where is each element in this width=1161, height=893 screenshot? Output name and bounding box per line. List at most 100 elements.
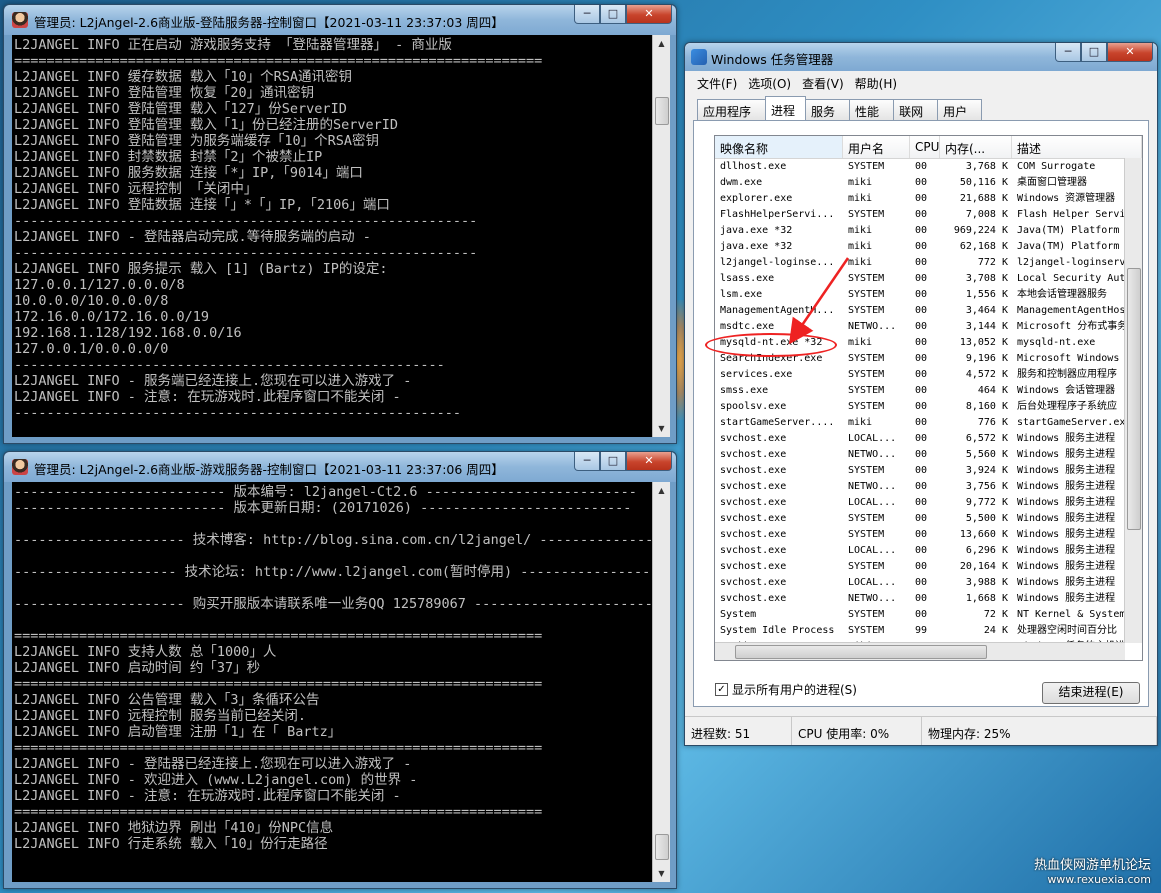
scroll-down-arrow-icon[interactable]: ▼ bbox=[653, 420, 670, 437]
list-horizontal-scrollbar[interactable] bbox=[715, 642, 1125, 660]
minimize-button[interactable]: ─ bbox=[574, 5, 600, 24]
cell-memory: 1,556 K bbox=[965, 289, 1008, 300]
table-row[interactable]: svchost.exe NETWO... 00 1,668 K Windows 服务主进… bbox=[715, 591, 1142, 607]
cell-cpu: 00 bbox=[915, 161, 928, 172]
table-row[interactable]: System Idle Process SYSTEM 99 24 K 处理器空闲时间百分… bbox=[715, 623, 1142, 639]
maximize-button[interactable]: □ bbox=[1081, 43, 1107, 62]
minimize-button[interactable]: ─ bbox=[574, 452, 600, 471]
menu-file[interactable]: 文件(F) bbox=[693, 71, 744, 93]
table-row[interactable]: l2jangel-loginse... miki 00 772 K l2jangel-l… bbox=[715, 255, 1142, 271]
column-user-name[interactable]: 用户名 bbox=[843, 136, 910, 158]
cell-description: mysqld-nt.exe bbox=[1017, 337, 1096, 348]
tab-performance[interactable]: 性能 bbox=[849, 99, 895, 121]
cell-user-name: SYSTEM bbox=[848, 305, 885, 316]
cell-cpu: 00 bbox=[915, 465, 928, 476]
table-row[interactable]: smss.exe SYSTEM 00 464 K Windows 会话管理器 bbox=[715, 383, 1142, 399]
table-row[interactable]: lsm.exe SYSTEM 00 1,556 K 本地会话管理器服务 bbox=[715, 287, 1142, 303]
table-row[interactable]: FlashHelperServi... SYSTEM 00 7,008 K Flash … bbox=[715, 207, 1142, 223]
scroll-thumb[interactable] bbox=[1127, 268, 1141, 530]
console-output[interactable]: L2JANGEL INFO 正在启动 游戏服务支持 「登陆器管理器」 - 商业版… bbox=[12, 35, 653, 437]
title-bar[interactable]: 管理员: L2jAngel-2.6商业版-游戏服务器-控制窗口【2021-03-… bbox=[4, 452, 676, 482]
table-row[interactable]: svchost.exe LOCAL... 00 3,988 K Windows 服务主进… bbox=[715, 575, 1142, 591]
window-title: 管理员: L2jAngel-2.6商业版-登陆服务器-控制窗口【2021-03-… bbox=[34, 15, 504, 30]
table-row[interactable]: dwm.exe miki 00 50,116 K 桌面窗口管理器 bbox=[715, 175, 1142, 191]
cell-cpu: 00 bbox=[915, 241, 928, 252]
list-vertical-scrollbar[interactable] bbox=[1124, 158, 1142, 643]
table-row[interactable]: services.exe SYSTEM 00 4,572 K 服务和控制器应用程序 bbox=[715, 367, 1142, 383]
table-row[interactable]: svchost.exe NETWO... 00 3,756 K Windows 服务主进… bbox=[715, 479, 1142, 495]
vertical-scrollbar[interactable]: ▲ ▼ bbox=[652, 35, 670, 437]
table-row[interactable]: spoolsv.exe SYSTEM 00 8,160 K 后台处理程序子系统应 bbox=[715, 399, 1142, 415]
console-output[interactable]: -------------------------- 版本编号: l2jange… bbox=[12, 482, 653, 882]
column-memory[interactable]: 内存(... bbox=[940, 136, 1012, 158]
cell-user-name: SYSTEM bbox=[848, 209, 885, 220]
tab-applications[interactable]: 应用程序 bbox=[697, 99, 767, 121]
table-row[interactable]: java.exe *32 miki 00 969,224 K Java(TM) Plat… bbox=[715, 223, 1142, 239]
menu-options[interactable]: 选项(O) bbox=[744, 71, 798, 93]
tab-processes[interactable]: 进程 bbox=[765, 96, 807, 123]
maximize-button[interactable]: □ bbox=[600, 452, 626, 471]
table-row[interactable]: svchost.exe NETWO... 00 5,560 K Windows 服务主进… bbox=[715, 447, 1142, 463]
cell-cpu: 00 bbox=[915, 545, 928, 556]
close-button[interactable]: ✕ bbox=[626, 452, 672, 471]
console-text: -------------------------- 版本编号: l2jange… bbox=[14, 484, 653, 852]
table-row[interactable]: svchost.exe SYSTEM 00 3,924 K Windows 服务主进程 bbox=[715, 463, 1142, 479]
cell-description: 后台处理程序子系统应 bbox=[1017, 401, 1117, 412]
cell-user-name: miki bbox=[848, 241, 873, 252]
title-bar[interactable]: Windows 任务管理器 ─ □ ✕ bbox=[685, 43, 1157, 71]
table-row[interactable]: dllhost.exe SYSTEM 00 3,768 K COM Surrogate bbox=[715, 159, 1142, 175]
tab-users[interactable]: 用户 bbox=[937, 99, 983, 121]
vertical-scrollbar[interactable]: ▲ ▼ bbox=[652, 482, 670, 882]
end-process-button[interactable]: 结束进程(E) bbox=[1042, 682, 1140, 704]
table-row[interactable]: svchost.exe LOCAL... 00 6,572 K Windows 服务主进… bbox=[715, 431, 1142, 447]
table-row[interactable]: java.exe *32 miki 00 62,168 K Java(TM) Platf… bbox=[715, 239, 1142, 255]
table-row[interactable]: svchost.exe LOCAL... 00 9,772 K Windows 服务主进… bbox=[715, 495, 1142, 511]
column-image-name[interactable]: 映像名称 bbox=[715, 136, 843, 158]
cell-image-name: ManagementAgentH... bbox=[720, 305, 835, 316]
minimize-button[interactable]: ─ bbox=[1055, 43, 1081, 62]
menu-help[interactable]: 帮助(H) bbox=[851, 71, 904, 93]
scroll-down-arrow-icon[interactable]: ▼ bbox=[653, 865, 670, 882]
tab-services[interactable]: 服务 bbox=[805, 99, 851, 121]
show-all-processes-checkbox[interactable]: ✓ 显示所有用户的进程(S) bbox=[715, 681, 857, 698]
table-row[interactable]: svchost.exe SYSTEM 00 13,660 K Windows 服务主进程 bbox=[715, 527, 1142, 543]
task-manager-window[interactable]: Windows 任务管理器 ─ □ ✕ 文件(F) 选项(O) 查看(V) 帮助… bbox=[684, 42, 1158, 746]
status-cpu-usage: CPU 使用率: 0% bbox=[792, 717, 922, 745]
scroll-thumb[interactable] bbox=[655, 97, 669, 125]
close-button[interactable]: ✕ bbox=[1107, 43, 1153, 62]
cell-cpu: 00 bbox=[915, 289, 928, 300]
cell-image-name: svchost.exe bbox=[720, 577, 787, 588]
checkbox-label: 显示所有用户的进程(S) bbox=[732, 683, 857, 697]
game-server-console-window[interactable]: 管理员: L2jAngel-2.6商业版-游戏服务器-控制窗口【2021-03-… bbox=[3, 451, 677, 889]
checkbox-check-icon[interactable]: ✓ bbox=[715, 683, 728, 696]
column-description[interactable]: 描述 bbox=[1012, 136, 1142, 158]
cell-image-name: svchost.exe bbox=[720, 433, 787, 444]
scroll-up-arrow-icon[interactable]: ▲ bbox=[653, 482, 670, 499]
close-button[interactable]: ✕ bbox=[626, 5, 672, 24]
title-bar[interactable]: 管理员: L2jAngel-2.6商业版-登陆服务器-控制窗口【2021-03-… bbox=[4, 5, 676, 35]
table-row[interactable]: svchost.exe SYSTEM 00 20,164 K Windows 服务主进程 bbox=[715, 559, 1142, 575]
table-row[interactable]: startGameServer.... miki 00 776 K startGameS… bbox=[715, 415, 1142, 431]
cell-image-name: java.exe *32 bbox=[720, 225, 793, 236]
column-cpu[interactable]: CPU bbox=[910, 136, 940, 158]
table-row[interactable]: svchost.exe SYSTEM 00 5,500 K Windows 服务主进程 bbox=[715, 511, 1142, 527]
login-server-console-window[interactable]: 管理员: L2jAngel-2.6商业版-登陆服务器-控制窗口【2021-03-… bbox=[3, 4, 677, 444]
table-row[interactable]: svchost.exe LOCAL... 00 6,296 K Windows 服务主进… bbox=[715, 543, 1142, 559]
cell-description: l2jangel-loginserve bbox=[1017, 257, 1132, 268]
cell-cpu: 00 bbox=[915, 353, 928, 364]
cell-user-name: miki bbox=[848, 177, 873, 188]
table-row[interactable]: lsass.exe SYSTEM 00 3,708 K Local Security A… bbox=[715, 271, 1142, 287]
table-row[interactable]: System SYSTEM 00 72 K NT Kernel & System bbox=[715, 607, 1142, 623]
maximize-button[interactable]: □ bbox=[600, 5, 626, 24]
table-row[interactable]: explorer.exe miki 00 21,688 K Windows 资源管理器 bbox=[715, 191, 1142, 207]
process-list[interactable]: 映像名称 用户名 CPU 内存(... 描述 dllhost.exe SYSTEM… bbox=[714, 135, 1143, 661]
cell-memory: 50,116 K bbox=[959, 177, 1008, 188]
cell-description: Java(TM) Platform S bbox=[1017, 225, 1132, 236]
cell-user-name: SYSTEM bbox=[848, 353, 885, 364]
tab-networking[interactable]: 联网 bbox=[893, 99, 939, 121]
table-row[interactable]: ManagementAgentH... SYSTEM 00 3,464 K Manage… bbox=[715, 303, 1142, 319]
scroll-up-arrow-icon[interactable]: ▲ bbox=[653, 35, 670, 52]
scroll-thumb[interactable] bbox=[655, 834, 669, 860]
menu-view[interactable]: 查看(V) bbox=[798, 71, 851, 93]
scroll-thumb[interactable] bbox=[735, 645, 987, 659]
